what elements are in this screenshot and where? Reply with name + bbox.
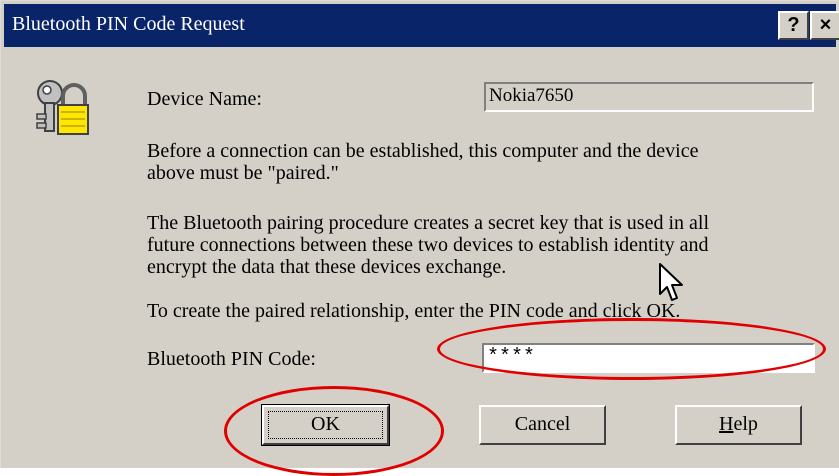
pin-code-label: Bluetooth PIN Code: [147,348,316,370]
lock-key-icon [36,80,89,135]
paragraph2-line1: The Bluetooth pairing procedure creates … [147,212,710,234]
help-question-button[interactable]: ? [778,11,809,40]
mouse-cursor-icon [659,263,683,301]
close-button[interactable]: × [810,11,839,40]
dialog-title: Bluetooth PIN Code Request [12,13,245,35]
help-mnemonic: H [719,413,734,435]
bluetooth-pin-dialog: Bluetooth PIN Code Request ? × Device Na… [0,0,839,468]
title-bar[interactable]: Bluetooth PIN Code Request ? × [4,4,839,47]
device-name-field: Nokia7650 [484,82,814,112]
paragraph1-line2: above must be "paired." [147,162,339,184]
pin-highlight-ellipse [437,318,826,380]
help-button[interactable]: Help [675,405,802,445]
cancel-button[interactable]: Cancel [479,405,606,445]
cancel-button-label: Cancel [514,413,571,435]
paragraph1-line1: Before a connection can be established, … [147,140,699,162]
help-label-suffix: elp [733,413,758,435]
help-button-label: Help [719,413,758,435]
paragraph2-line2: future connections between these two dev… [147,234,709,256]
ok-highlight-ellipse [224,386,444,476]
device-name-value: Nokia7650 [489,85,574,106]
device-name-label: Device Name: [147,88,262,110]
paragraph2-line3: encrypt the data that these devices exch… [147,256,507,278]
